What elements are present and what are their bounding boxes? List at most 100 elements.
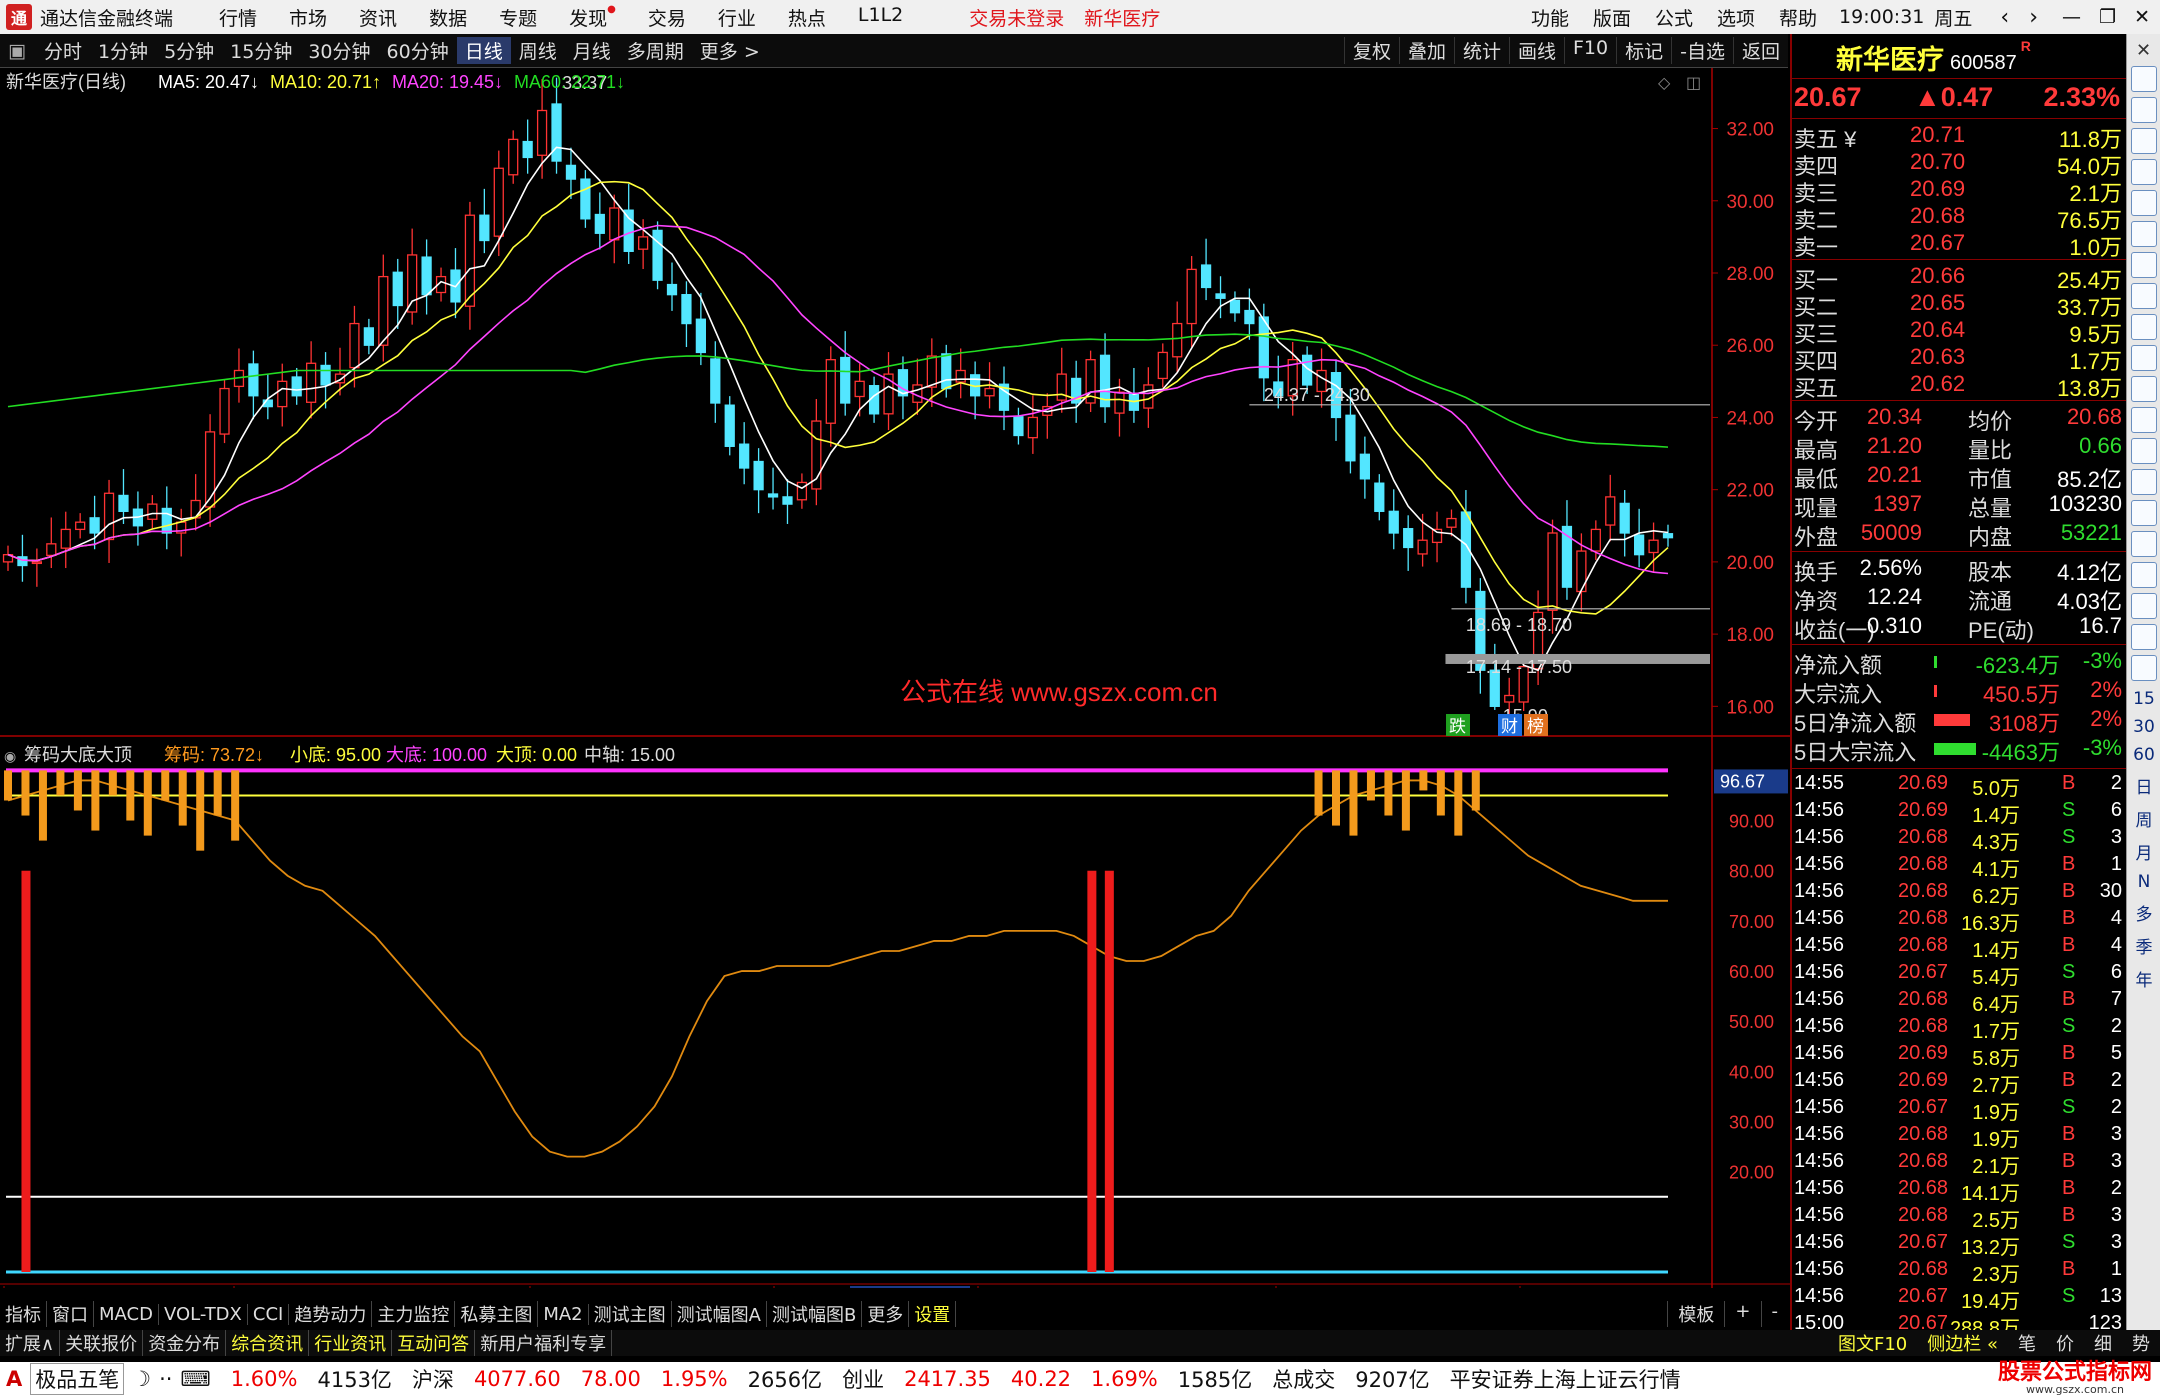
menu-right-0[interactable]: 功能: [1531, 4, 1569, 31]
period-tab-10[interactable]: 更多 >: [692, 37, 768, 64]
period-tab-3[interactable]: 15分钟: [222, 37, 300, 64]
strip-tool-icon[interactable]: [2130, 314, 2157, 340]
strip-tool-icon[interactable]: [2130, 469, 2157, 495]
strip-tool-icon[interactable]: [2130, 500, 2157, 526]
indicator-tab-13[interactable]: 设置: [909, 1301, 957, 1327]
template-tab-2[interactable]: -: [1760, 1301, 1789, 1327]
indicator-tab-10[interactable]: 测试幅图A: [672, 1301, 767, 1327]
indicator-tab-7[interactable]: 私募主图: [455, 1301, 539, 1327]
strip-tool-icon[interactable]: [2130, 655, 2157, 681]
indicator-tab-12[interactable]: 更多: [862, 1301, 910, 1327]
chart-area[interactable]: 32.00 30.00 28.00 26.00 24.00 22.00 20.00 18.00…: [0, 68, 1790, 1310]
buy-level-1[interactable]: 买一 20.66 25.4万: [1794, 263, 2122, 293]
minimize-icon[interactable]: —: [2062, 6, 2081, 28]
period-tab-5[interactable]: 60分钟: [379, 37, 457, 64]
tool-button-6[interactable]: -自选: [1671, 37, 1733, 64]
indicator-tab-4[interactable]: CCI: [248, 1303, 290, 1325]
strip-tool-icon[interactable]: [2130, 593, 2157, 619]
side-tab-4[interactable]: 细: [2084, 1330, 2122, 1356]
side-tab-5[interactable]: 势: [2122, 1330, 2160, 1356]
strip-tool-icon[interactable]: [2130, 97, 2157, 123]
login-status[interactable]: 交易未登录: [969, 4, 1064, 31]
strip-close-icon[interactable]: ✕: [2127, 40, 2160, 61]
period-tab-1[interactable]: 1分钟: [90, 37, 156, 64]
period-tab-7[interactable]: 周线: [511, 37, 565, 64]
strip-tool-icon[interactable]: [2130, 531, 2157, 557]
kline-chart-svg[interactable]: 32.00 30.00 28.00 26.00 24.00 22.00 20.00 18.00…: [0, 68, 1790, 1310]
period-tab-0[interactable]: 分时: [36, 37, 90, 64]
window-icon[interactable]: ▣: [8, 40, 26, 62]
menu-5[interactable]: 发现●: [569, 4, 616, 31]
strip-tool-icon[interactable]: [2130, 190, 2157, 216]
sell-level-1[interactable]: 卖一 20.67 1.0万: [1794, 230, 2122, 260]
input-method-icon[interactable]: A: [6, 1367, 22, 1391]
strip-tool-icon[interactable]: [2130, 562, 2157, 588]
info-tab-1[interactable]: 关联报价: [60, 1330, 144, 1356]
side-tab-1[interactable]: 侧边栏 «: [1917, 1330, 2008, 1356]
menu-7[interactable]: 行业: [718, 4, 756, 31]
indicator-tab-3[interactable]: VOL-TDX: [159, 1303, 248, 1325]
indicator-tab-2[interactable]: MACD: [94, 1303, 159, 1325]
strip-period-0[interactable]: 15: [2127, 689, 2160, 709]
strip-period-9[interactable]: 年: [2127, 966, 2160, 991]
indicator-tab-11[interactable]: 测试幅图B: [767, 1301, 863, 1327]
menu-6[interactable]: 交易: [648, 4, 686, 31]
menu-8[interactable]: 热点: [788, 4, 826, 31]
info-tab-4[interactable]: 行业资讯: [309, 1330, 393, 1356]
tool-button-0[interactable]: 复权: [1343, 37, 1399, 64]
side-tab-3[interactable]: 价: [2046, 1330, 2084, 1356]
indicator-tab-9[interactable]: 测试主图: [589, 1301, 672, 1327]
tool-button-4[interactable]: F10: [1564, 37, 1616, 64]
buy-level-3[interactable]: 买三 20.64 9.5万: [1794, 317, 2122, 347]
indicator-tab-5[interactable]: 趋势动力: [289, 1301, 373, 1327]
strip-tool-icon[interactable]: [2130, 159, 2157, 185]
strip-period-7[interactable]: 多: [2127, 900, 2160, 925]
menu-4[interactable]: 专题: [499, 4, 537, 31]
menu-2[interactable]: 资讯: [359, 4, 397, 31]
panel-max-icon[interactable]: ◇: [1658, 73, 1671, 92]
info-tab-6[interactable]: 新用户福利专享: [475, 1330, 613, 1356]
sell-level-3[interactable]: 卖三 20.69 2.1万: [1794, 176, 2122, 206]
close-icon[interactable]: ✕: [2134, 6, 2150, 28]
sell-level-4[interactable]: 卖四 20.70 54.0万: [1794, 149, 2122, 179]
menu-9[interactable]: L1L2: [858, 4, 903, 31]
template-tab-0[interactable]: 模板: [1667, 1301, 1724, 1327]
indicator-tab-0[interactable]: 指标: [0, 1301, 47, 1327]
buy-level-5[interactable]: 买五 20.62 13.8万: [1794, 371, 2122, 401]
forward-icon[interactable]: ›: [2029, 5, 2038, 30]
strip-tool-icon[interactable]: [2130, 376, 2157, 402]
strip-period-8[interactable]: 季: [2127, 933, 2160, 958]
panel-restore-icon[interactable]: ◫: [1686, 73, 1701, 92]
info-tab-0[interactable]: 扩展∧: [0, 1330, 61, 1356]
dots-icon[interactable]: ··: [159, 1367, 172, 1391]
indicator-tab-6[interactable]: 主力监控: [372, 1301, 456, 1327]
menu-right-1[interactable]: 版面: [1593, 4, 1631, 31]
info-tab-5[interactable]: 互动问答: [392, 1330, 476, 1356]
strip-tool-icon[interactable]: [2130, 624, 2157, 650]
restore-icon[interactable]: ❐: [2099, 6, 2116, 28]
indicator-toggle-icon[interactable]: ◉: [4, 749, 16, 765]
strip-tool-icon[interactable]: [2130, 66, 2157, 92]
strip-tool-icon[interactable]: [2130, 252, 2157, 278]
strip-tool-icon[interactable]: [2130, 221, 2157, 247]
menu-right-3[interactable]: 选项: [1717, 4, 1755, 31]
buy-level-4[interactable]: 买四 20.63 1.7万: [1794, 344, 2122, 374]
side-tab-0[interactable]: 图文F10: [1828, 1330, 1917, 1356]
indicator-tab-1[interactable]: 窗口: [47, 1301, 94, 1327]
period-tab-9[interactable]: 多周期: [619, 37, 692, 64]
strip-tool-icon[interactable]: [2130, 438, 2157, 464]
menu-right-2[interactable]: 公式: [1655, 4, 1693, 31]
strip-tool-icon[interactable]: [2130, 128, 2157, 154]
input-method-name[interactable]: 极品五笔: [30, 1362, 125, 1395]
buy-level-2[interactable]: 买二 20.65 33.7万: [1794, 290, 2122, 320]
strip-period-5[interactable]: 月: [2127, 839, 2160, 864]
indicator-tab-8[interactable]: MA2: [538, 1303, 589, 1325]
back-icon[interactable]: ‹: [2000, 5, 2009, 30]
tool-button-5[interactable]: 标记: [1616, 37, 1671, 64]
moon-icon[interactable]: ☽: [132, 1367, 151, 1391]
info-tab-2[interactable]: 资金分布: [143, 1330, 227, 1356]
menu-0[interactable]: 行情: [219, 4, 257, 31]
period-tab-8[interactable]: 月线: [565, 37, 619, 64]
strip-tool-icon[interactable]: [2130, 345, 2157, 371]
menu-right-4[interactable]: 帮助: [1779, 4, 1817, 31]
